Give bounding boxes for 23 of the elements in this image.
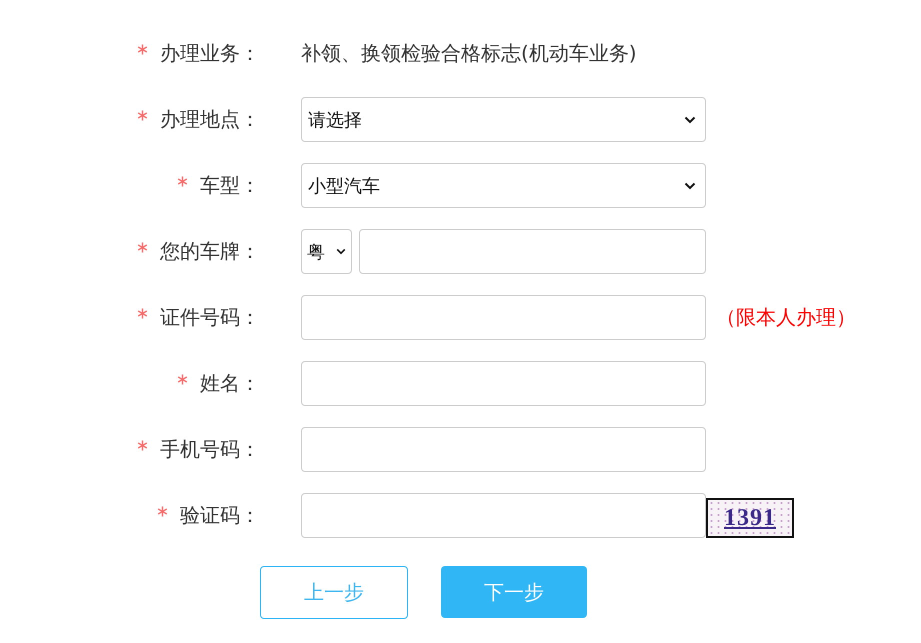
field-label: 您的车牌： <box>160 238 260 265</box>
field-value: 补领、换领检验合格标志(机动车业务) <box>301 40 637 67</box>
field-label: 手机号码： <box>160 436 260 463</box>
field-label: 车型： <box>200 172 260 199</box>
field-label: 验证码： <box>180 502 260 529</box>
field-label: 办理地点： <box>160 106 260 133</box>
select-field[interactable]: 请选择 <box>301 97 706 142</box>
input-field[interactable] <box>301 295 706 340</box>
input-field[interactable] <box>301 361 706 406</box>
chevron-down-icon <box>336 248 346 255</box>
input-field[interactable] <box>301 493 706 538</box>
field-note: （限本人办理） <box>716 304 856 331</box>
captcha-code: 1391 <box>724 506 776 530</box>
chevron-down-icon <box>684 182 696 190</box>
plate-input[interactable] <box>359 229 706 274</box>
chevron-down-icon <box>684 116 696 124</box>
field-label: 证件号码： <box>160 304 260 331</box>
province-select[interactable]: 粤 <box>301 229 352 274</box>
select-field[interactable]: 小型汽车 <box>301 163 706 208</box>
captcha-image[interactable]: 1391 <box>706 498 794 538</box>
field-label: 姓名： <box>200 370 260 397</box>
input-field[interactable] <box>301 427 706 472</box>
field-label: 办理业务： <box>160 40 260 67</box>
